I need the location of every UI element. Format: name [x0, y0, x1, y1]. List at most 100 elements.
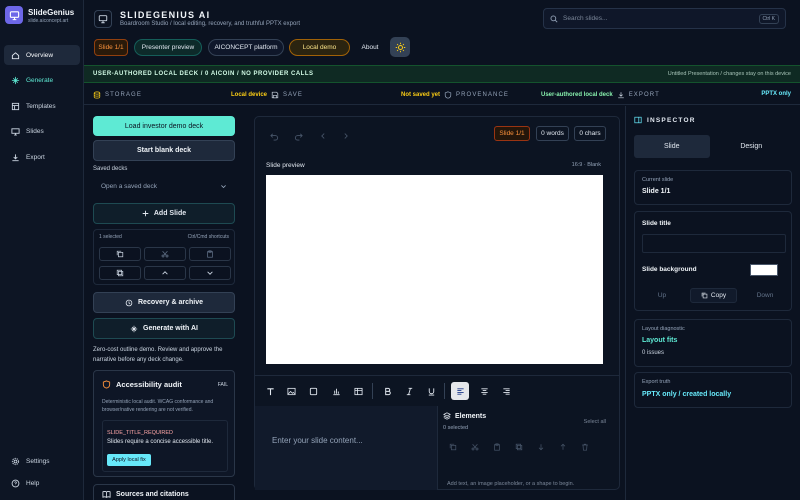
paste-button[interactable]	[189, 247, 231, 261]
layout-issue-count: 0 issues	[642, 350, 665, 356]
copy-icon	[116, 250, 124, 258]
redo-button[interactable]	[291, 129, 305, 143]
undo-icon	[269, 132, 278, 141]
nav-item-export[interactable]: Export	[4, 147, 80, 167]
theme-toggle-button[interactable]	[390, 37, 410, 57]
move-up-button[interactable]	[144, 266, 186, 280]
cut-button[interactable]	[144, 247, 186, 261]
nav-item-templates[interactable]: Templates	[4, 96, 80, 116]
slide-title-input[interactable]	[642, 234, 786, 253]
save-icon	[271, 91, 279, 99]
duplicate-button[interactable]	[99, 247, 141, 261]
audit-status-badge: FAIL	[217, 382, 228, 388]
brand-logo-icon	[5, 6, 23, 24]
nav-item-generate[interactable]: Generate	[4, 70, 80, 90]
slide-canvas[interactable]	[266, 175, 603, 364]
move-down-button[interactable]: Down	[744, 288, 786, 303]
element-delete-button[interactable]	[580, 442, 590, 452]
issue-code: SLIDE_TITLE_REQUIRED	[107, 430, 174, 436]
search-box[interactable]: Ctrl K	[543, 8, 786, 29]
nav-item-slides[interactable]: Slides	[4, 121, 80, 141]
clipboard-icon	[494, 443, 500, 451]
status-bar: STORAGE Local device SAVE Not saved yet …	[84, 85, 800, 105]
background-color-swatch[interactable]	[750, 264, 778, 276]
settings-label: Settings	[26, 457, 50, 465]
brand-url: slide.aiconcept.art	[28, 18, 69, 24]
load-demo-button[interactable]: Load investor demo deck	[93, 116, 235, 136]
add-slide-button[interactable]: Add Slide	[93, 203, 235, 224]
italic-button[interactable]	[402, 384, 416, 398]
shortcut-hint: Ctrl/Cmd shortcuts	[187, 234, 229, 240]
table-icon	[353, 387, 363, 395]
element-duplicate-button[interactable]	[514, 442, 524, 452]
align-left-button[interactable]	[451, 382, 469, 400]
element-move-up-button[interactable]	[558, 442, 568, 452]
nav-item-overview[interactable]: Overview	[4, 45, 80, 65]
save-label: SAVE	[283, 92, 303, 98]
slide-content-input[interactable]	[255, 406, 437, 490]
copy-slide-button[interactable]: Copy	[690, 288, 737, 303]
generate-ai-button[interactable]: Generate with AI	[93, 318, 235, 339]
element-cut-button[interactable]	[470, 442, 480, 452]
storage-label: STORAGE	[105, 92, 142, 98]
platform-link[interactable]: AICONCEPT platform	[208, 39, 284, 56]
slide-content-area	[255, 406, 437, 490]
nav-item-settings[interactable]: Settings	[4, 452, 80, 470]
export-value: PPTX only	[761, 91, 791, 97]
chevron-down-icon	[221, 184, 226, 188]
duplicate-icon	[116, 269, 124, 277]
insert-shape-button[interactable]	[306, 384, 320, 398]
align-center-button[interactable]	[477, 384, 491, 398]
text-icon	[266, 387, 274, 395]
export-truth-value: PPTX only / created locally	[642, 391, 732, 398]
arrow-up-icon	[560, 443, 566, 450]
element-move-down-button[interactable]	[536, 442, 546, 452]
tab-slide[interactable]: Slide	[634, 135, 710, 158]
slide-preview-meta: 16:9 · Blank	[571, 162, 601, 168]
prev-slide-button[interactable]	[316, 129, 330, 143]
insert-chart-button[interactable]	[329, 384, 343, 398]
presenter-preview-button[interactable]: Presenter preview	[134, 39, 202, 56]
move-up-button[interactable]: Up	[642, 288, 682, 303]
element-copy-button[interactable]	[448, 442, 458, 452]
move-down-button[interactable]	[189, 266, 231, 280]
align-right-button[interactable]	[499, 384, 513, 398]
undo-button[interactable]	[267, 129, 281, 143]
apply-fix-button[interactable]: Apply local fix	[107, 454, 151, 466]
insert-image-button[interactable]	[284, 384, 298, 398]
export-status: PPTX only	[761, 91, 791, 97]
insert-text-button[interactable]	[263, 384, 277, 398]
duplicate-slide-button[interactable]	[99, 266, 141, 280]
char-count-pill: 0 chars	[574, 126, 606, 141]
search-icon	[550, 15, 558, 23]
search-input[interactable]	[563, 15, 754, 22]
select-all-button[interactable]: Select all	[584, 419, 606, 425]
underline-button[interactable]	[424, 384, 438, 398]
download-icon	[617, 92, 624, 99]
insert-table-button[interactable]	[351, 384, 365, 398]
nav-item-help[interactable]: Help	[4, 474, 80, 492]
duplicate-icon	[515, 443, 523, 451]
app-subtitle: Boardroom Studio / local editing, recove…	[120, 21, 300, 27]
local-demo-badge[interactable]: Local demo	[289, 39, 350, 56]
next-slide-button[interactable]	[339, 129, 353, 143]
help-label: Help	[26, 479, 40, 487]
copy-icon	[449, 443, 457, 451]
tab-design[interactable]: Design	[714, 135, 790, 158]
scissors-icon	[161, 250, 169, 258]
element-paste-button[interactable]	[492, 442, 502, 452]
gear-icon	[11, 457, 20, 465]
current-slide-card: Current slide Slide 1/1	[634, 170, 792, 205]
slides-icon	[11, 127, 20, 136]
saved-deck-select[interactable]: Open a saved deck	[93, 177, 235, 195]
slide-editor: Slide 1/1 0 words 0 chars Slide preview …	[254, 116, 620, 490]
recovery-archive-button[interactable]: Recovery & archive	[93, 292, 235, 313]
about-button[interactable]: About	[355, 39, 385, 56]
bold-button[interactable]	[380, 384, 394, 398]
local-deck-banner: USER-AUTHORED LOCAL DECK / 0 AICOIN / NO…	[84, 65, 800, 83]
start-blank-button[interactable]: Start blank deck	[93, 140, 235, 161]
sources-citations-button[interactable]: Sources and citations	[93, 484, 235, 500]
accessibility-audit-card: Accessibility audit FAIL Deterministic l…	[93, 370, 235, 477]
italic-icon	[406, 387, 412, 395]
export-label: EXPORT	[628, 92, 660, 98]
